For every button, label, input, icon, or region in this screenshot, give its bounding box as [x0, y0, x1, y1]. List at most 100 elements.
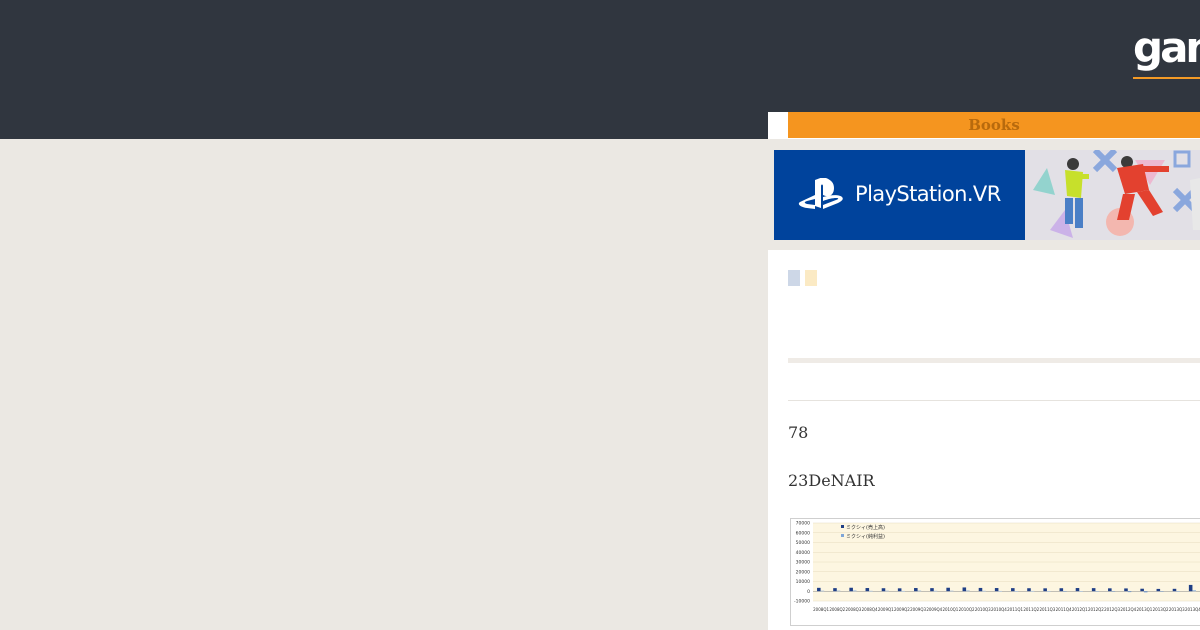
chart-bar: [852, 590, 857, 592]
chart-bar: [1046, 591, 1051, 592]
chart-bar: [817, 587, 821, 592]
chart-bar: [1111, 591, 1116, 592]
ad-brand-panel: PlayStation.VR: [774, 150, 1025, 240]
chart-x-tick-label: 2010Q2: [959, 607, 975, 612]
chart-y-tick-label: 0: [807, 589, 810, 595]
chart-bar: [869, 590, 873, 592]
chart-bar: [1011, 588, 1015, 592]
chart-bar: [982, 590, 986, 592]
chart-bar: [820, 590, 825, 592]
chart-bar: [1124, 588, 1128, 592]
article-chart: 70000 60000 50000 40000 30000 20000 10000 0 -100…: [790, 518, 1200, 626]
chart-x-tick-label: 2011Q1: [1007, 607, 1023, 612]
chart-bar: [1027, 588, 1031, 592]
chart-svg: 70000 60000 50000 40000 30000 20000 10000 0 -100…: [794, 521, 1200, 612]
article-text-line: 23DeNAIR: [788, 471, 875, 490]
chart-x-tick-label: 2011Q3: [1039, 607, 1055, 612]
chart-bar: [1091, 588, 1096, 592]
chart-x-tick-label: 2013Q1: [1136, 607, 1152, 612]
chart-bar: [1014, 591, 1019, 592]
chart-bar: [897, 588, 902, 592]
chart-x-tick-label: 2010Q4: [991, 607, 1007, 612]
chart-x-tick-label: 2012Q3: [1104, 607, 1120, 612]
chart-x-tick-label: 2008Q4: [862, 607, 878, 612]
chart-x-tick-label: 2011Q2: [1023, 607, 1039, 612]
chart-bar: [1127, 591, 1132, 593]
chart-bar: [836, 590, 841, 592]
chart-bar: [1043, 588, 1047, 592]
section-divider: [788, 358, 1200, 363]
chart-bar: [933, 590, 938, 592]
chart-bar: [1160, 591, 1164, 592]
chart-bar: [1192, 590, 1196, 592]
ad-brand-text: PlayStation.VR: [855, 182, 1001, 206]
chart-bar: [1059, 588, 1064, 592]
chart-y-tick-label: 20000: [796, 569, 810, 575]
section-divider-thin: [788, 400, 1200, 401]
chart-bar: [994, 588, 999, 592]
chart-bar: [849, 587, 853, 592]
article-text-line: 78: [788, 423, 809, 442]
chart-bar: [930, 588, 934, 592]
chart-legend-label: ミクシィ(純利益): [846, 533, 885, 540]
chart-bar: [1176, 591, 1180, 592]
chart-x-tick-label: 2011Q4: [1056, 607, 1072, 612]
chart-bar: [1172, 588, 1177, 592]
chart-bar: [966, 590, 970, 592]
chart-x-tick-label: 2012Q4: [1120, 607, 1136, 612]
chart-bar: [1079, 591, 1083, 592]
chart-y-tick-label: -10000: [794, 599, 810, 605]
chart-bar: [1108, 588, 1112, 592]
chart-x-tick-label: 2013Q4: [1185, 607, 1200, 612]
chart-bar: [1140, 588, 1144, 592]
chart-bar: [1030, 590, 1035, 592]
tag-swatch-yellow: [805, 270, 817, 286]
chart-x-tick-label: 2008Q1: [813, 607, 829, 612]
chart-y-tick-label: 70000: [796, 521, 810, 527]
chart-x-tick-label: 2009Q4: [926, 607, 942, 612]
site-logo[interactable]: gam: [1133, 22, 1200, 74]
tag-swatch-blue: [788, 270, 800, 286]
chart-bar: [1143, 591, 1148, 593]
nav-tab-books[interactable]: Books: [788, 112, 1200, 138]
chart-bar: [833, 588, 837, 592]
chart-x-tick-label: 2012Q1: [1072, 607, 1088, 612]
chart-legend-label: ミクシィ(売上高): [846, 524, 885, 531]
chart-bar: [914, 588, 918, 592]
playstation-logo-icon: [798, 178, 843, 209]
chart-y-tick-label: 40000: [796, 550, 810, 556]
chart-bar: [881, 588, 886, 592]
chart-bar: [901, 590, 905, 592]
chart-bar: [1063, 591, 1067, 592]
chart-y-tick-label: 10000: [796, 579, 810, 585]
chart-bar: [998, 590, 1002, 592]
chart-x-tick-label: 2008Q3: [845, 607, 861, 612]
chart-bar: [1188, 584, 1193, 592]
chart-x-tick-label: 2009Q1: [878, 607, 894, 612]
chart-legend-swatch: [841, 534, 844, 537]
chart-y-tick-label: 30000: [796, 560, 810, 566]
chart-bar: [885, 590, 889, 592]
chart-x-tick-label: 2012Q2: [1088, 607, 1104, 612]
chart-bar: [865, 588, 870, 592]
chart-legend-swatch: [841, 525, 844, 528]
chart-x-tick-label: 2013Q2: [1153, 607, 1169, 612]
logo-underline: [1133, 77, 1200, 79]
chart-y-tick-label: 60000: [796, 530, 810, 536]
chart-y-tick-label: 50000: [796, 540, 810, 546]
chart-bar: [949, 590, 954, 592]
chart-bar: [962, 587, 967, 592]
chart-bar: [1095, 591, 1099, 592]
ad-illustration: [1025, 150, 1200, 240]
chart-bar: [1156, 588, 1161, 592]
chart-x-tick-label: 2010Q3: [975, 607, 991, 612]
chart-x-tick-label: 2009Q2: [894, 607, 910, 612]
chart-bar: [978, 587, 983, 592]
chart-bar: [917, 590, 922, 592]
chart-x-tick-label: 2013Q3: [1169, 607, 1185, 612]
chart-x-tick-label: 2010Q1: [942, 607, 958, 612]
chart-bar: [1075, 588, 1080, 592]
chart-bar: [946, 587, 950, 592]
chart-x-tick-label: 2009Q3: [910, 607, 926, 612]
playstation-vr-ad[interactable]: PlayStation.VR: [774, 150, 1200, 240]
